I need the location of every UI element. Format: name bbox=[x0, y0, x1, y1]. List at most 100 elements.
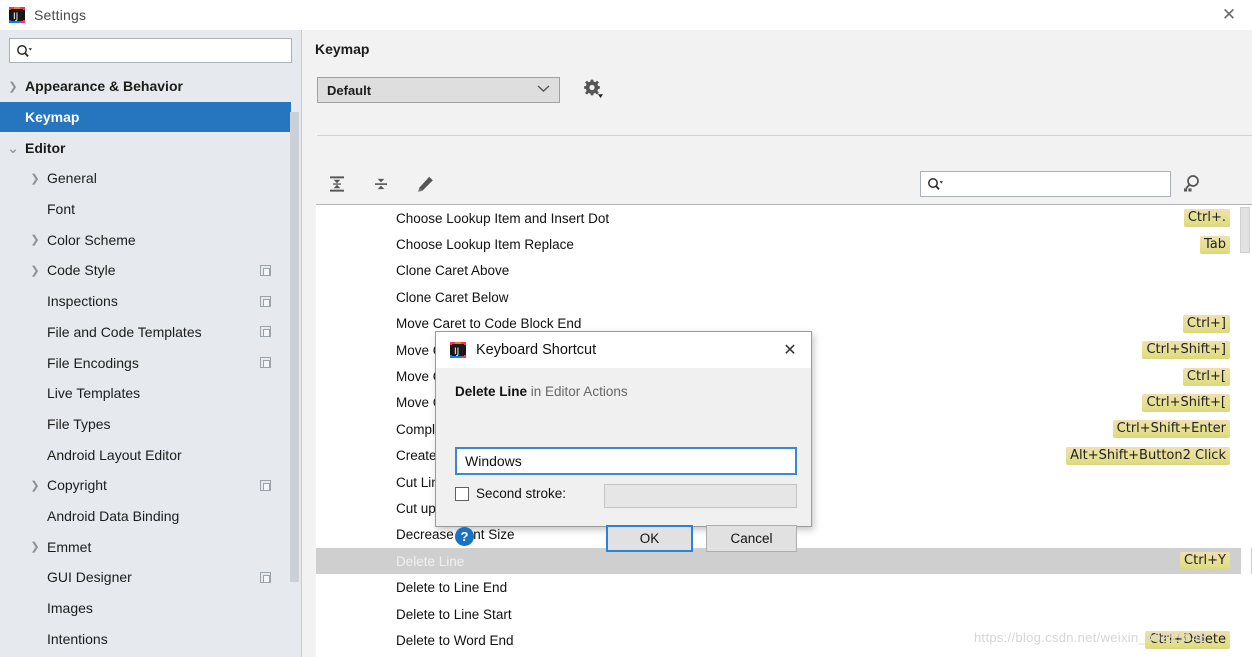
sidebar-item-intentions[interactable]: Intentions bbox=[0, 623, 291, 654]
chevron-right-icon[interactable]: ❯ bbox=[5, 80, 21, 93]
cancel-button[interactable]: Cancel bbox=[706, 525, 797, 552]
window-title: Settings bbox=[34, 7, 87, 23]
find-by-shortcut-icon[interactable] bbox=[1181, 173, 1203, 195]
search-icon bbox=[927, 177, 943, 191]
shortcut-badge: Ctrl+. bbox=[1183, 209, 1230, 228]
sidebar-item-gui-designer[interactable]: GUI Designer bbox=[0, 562, 291, 593]
dialog-title: Keyboard Shortcut bbox=[476, 342, 597, 358]
sidebar-item-appearance-behavior[interactable]: ❯ Appearance & Behavior bbox=[0, 71, 291, 102]
sidebar-item-label: Live Templates bbox=[47, 385, 141, 402]
sidebar-item-live-templates[interactable]: Live Templates bbox=[0, 378, 291, 409]
sidebar-item-label: File and Code Templates bbox=[47, 323, 202, 340]
close-icon[interactable]: ✕ bbox=[1206, 0, 1252, 30]
table-row[interactable]: Clone Caret Below bbox=[316, 284, 1252, 310]
chevron-down-icon bbox=[537, 84, 550, 96]
keymap-toolbar bbox=[323, 171, 439, 197]
sidebar-item-label: Copyright bbox=[47, 477, 107, 494]
sidebar-item-images[interactable]: Images bbox=[0, 593, 291, 624]
sidebar-item-label: Emmet bbox=[47, 538, 92, 555]
gear-icon[interactable] bbox=[582, 78, 604, 100]
sidebar-item-label: Images bbox=[47, 600, 93, 617]
action-name: Clone Caret Below bbox=[396, 289, 509, 305]
sidebar-item-editor[interactable]: ⌄ Editor bbox=[0, 132, 291, 163]
table-row[interactable]: Delete Line Ctrl+Y bbox=[316, 548, 1252, 575]
svg-text:IJ: IJ bbox=[13, 12, 18, 22]
close-icon[interactable]: ✕ bbox=[769, 332, 811, 368]
chevron-right-icon[interactable]: ❯ bbox=[27, 264, 43, 277]
sidebar-item-label: Keymap bbox=[25, 109, 80, 126]
table-row[interactable]: Choose Lookup Item and Insert Dot Ctrl+. bbox=[316, 205, 1252, 231]
dialog-body: Delete Line in Editor Actions Second str… bbox=[436, 368, 811, 552]
table-row[interactable]: Delete to Line End bbox=[316, 574, 1252, 600]
second-stroke-row: Second stroke: bbox=[455, 486, 566, 501]
shortcut-badge: Alt+Shift+Button2 Click bbox=[1066, 446, 1230, 465]
dialog-titlebar: IJ Keyboard Shortcut ✕ bbox=[436, 332, 811, 368]
search-box[interactable] bbox=[9, 38, 292, 63]
list-scrollbar-thumb[interactable] bbox=[1240, 207, 1250, 253]
table-row[interactable]: Delete to Word End Ctrl+Delete bbox=[316, 627, 1252, 653]
find-actions-box[interactable] bbox=[920, 171, 1171, 197]
sidebar-item-label: Android Data Binding bbox=[47, 507, 180, 524]
intellij-idea-icon: IJ bbox=[450, 342, 466, 358]
intellij-idea-icon: IJ bbox=[9, 7, 25, 23]
sidebar-scrollbar-thumb[interactable] bbox=[290, 112, 299, 582]
edit-shortcut-icon[interactable] bbox=[411, 171, 439, 197]
sidebar-item-code-style[interactable]: ❯ Code Style bbox=[0, 255, 291, 286]
expand-all-icon[interactable] bbox=[323, 171, 351, 197]
table-row[interactable]: Clone Caret Above bbox=[316, 258, 1252, 284]
sidebar-item-emmet[interactable]: ❯ Emmet bbox=[0, 531, 291, 562]
sidebar-item-font[interactable]: Font bbox=[0, 194, 291, 225]
sidebar-item-label: Code Style bbox=[47, 262, 116, 279]
first-stroke-input[interactable] bbox=[457, 449, 795, 473]
help-icon[interactable]: ? bbox=[455, 527, 474, 546]
search-input[interactable] bbox=[32, 40, 291, 61]
shortcut-badge: Ctrl+Y bbox=[1180, 552, 1230, 571]
shortcut-badge: Ctrl+Delete bbox=[1145, 631, 1230, 650]
sidebar-item-label: General bbox=[47, 170, 97, 187]
sidebar-item-copyright[interactable]: ❯ Copyright bbox=[0, 470, 291, 501]
chevron-right-icon[interactable]: ❯ bbox=[27, 479, 43, 492]
shortcut-badge: Ctrl+Shift+Enter bbox=[1112, 420, 1230, 439]
ok-button[interactable]: OK bbox=[606, 525, 693, 552]
chevron-right-icon[interactable]: ❯ bbox=[27, 172, 43, 185]
sidebar-item-general[interactable]: ❯ General bbox=[0, 163, 291, 194]
sidebar-item-android-data-binding[interactable]: Android Data Binding bbox=[0, 501, 291, 532]
action-name: Choose Lookup Item Replace bbox=[396, 237, 574, 253]
sidebar-item-inspections[interactable]: Inspections bbox=[0, 286, 291, 317]
sidebar-item-file-types[interactable]: File Types bbox=[0, 409, 291, 440]
shortcut-badge: Tab bbox=[1199, 235, 1230, 254]
action-name: Delete to Word End bbox=[396, 632, 514, 648]
settings-sidebar: ❯ Appearance & Behavior Keymap ⌄ Editor ❯ Gene… bbox=[0, 30, 302, 657]
first-stroke-field[interactable] bbox=[455, 447, 797, 475]
sidebar-item-file-and-code-templates[interactable]: File and Code Templates bbox=[0, 317, 291, 348]
sidebar-item-color-scheme[interactable]: ❯ Color Scheme bbox=[0, 224, 291, 255]
keymap-select-value: Default bbox=[327, 82, 372, 98]
dialog-action-name: Delete Line bbox=[455, 384, 528, 399]
copy-settings-icon bbox=[260, 295, 271, 307]
chevron-right-icon[interactable]: ❯ bbox=[27, 233, 43, 246]
table-row[interactable]: Choose Lookup Item Replace Tab bbox=[316, 231, 1252, 257]
action-name: Delete Line bbox=[396, 553, 465, 569]
find-actions-input[interactable] bbox=[943, 173, 1170, 195]
chevron-right-icon[interactable]: ❯ bbox=[27, 540, 43, 553]
second-stroke-checkbox[interactable] bbox=[455, 486, 469, 501]
sidebar-item-file-encodings[interactable]: File Encodings bbox=[0, 347, 291, 378]
window-titlebar: IJ Settings ✕ bbox=[0, 0, 1252, 30]
sidebar-scrollbar-track[interactable] bbox=[290, 71, 300, 657]
settings-window: IJ Settings ✕ ❯ Appearance & Behavior Keym… bbox=[0, 0, 1252, 657]
table-row[interactable]: Delete to Line Start bbox=[316, 601, 1252, 627]
sidebar-item-keymap[interactable]: Keymap bbox=[0, 101, 291, 133]
second-stroke-field bbox=[604, 484, 797, 508]
collapse-all-icon[interactable] bbox=[367, 171, 395, 197]
table-row[interactable]: Delete to Word End in Different "CamelHu… bbox=[316, 654, 1252, 657]
svg-text:IJ: IJ bbox=[454, 347, 459, 357]
sidebar-item-label: GUI Designer bbox=[47, 569, 132, 586]
keymap-select[interactable]: Default bbox=[317, 77, 560, 103]
chevron-down-icon[interactable]: ⌄ bbox=[5, 139, 21, 157]
sidebar-item-label: Inspections bbox=[47, 293, 118, 310]
sidebar-item-label: Color Scheme bbox=[47, 231, 136, 248]
sidebar-item-android-layout-editor[interactable]: Android Layout Editor bbox=[0, 439, 291, 470]
sidebar-item-label: Font bbox=[47, 201, 76, 218]
copy-settings-icon bbox=[260, 479, 271, 491]
list-scrollbar-track[interactable] bbox=[1240, 205, 1251, 657]
